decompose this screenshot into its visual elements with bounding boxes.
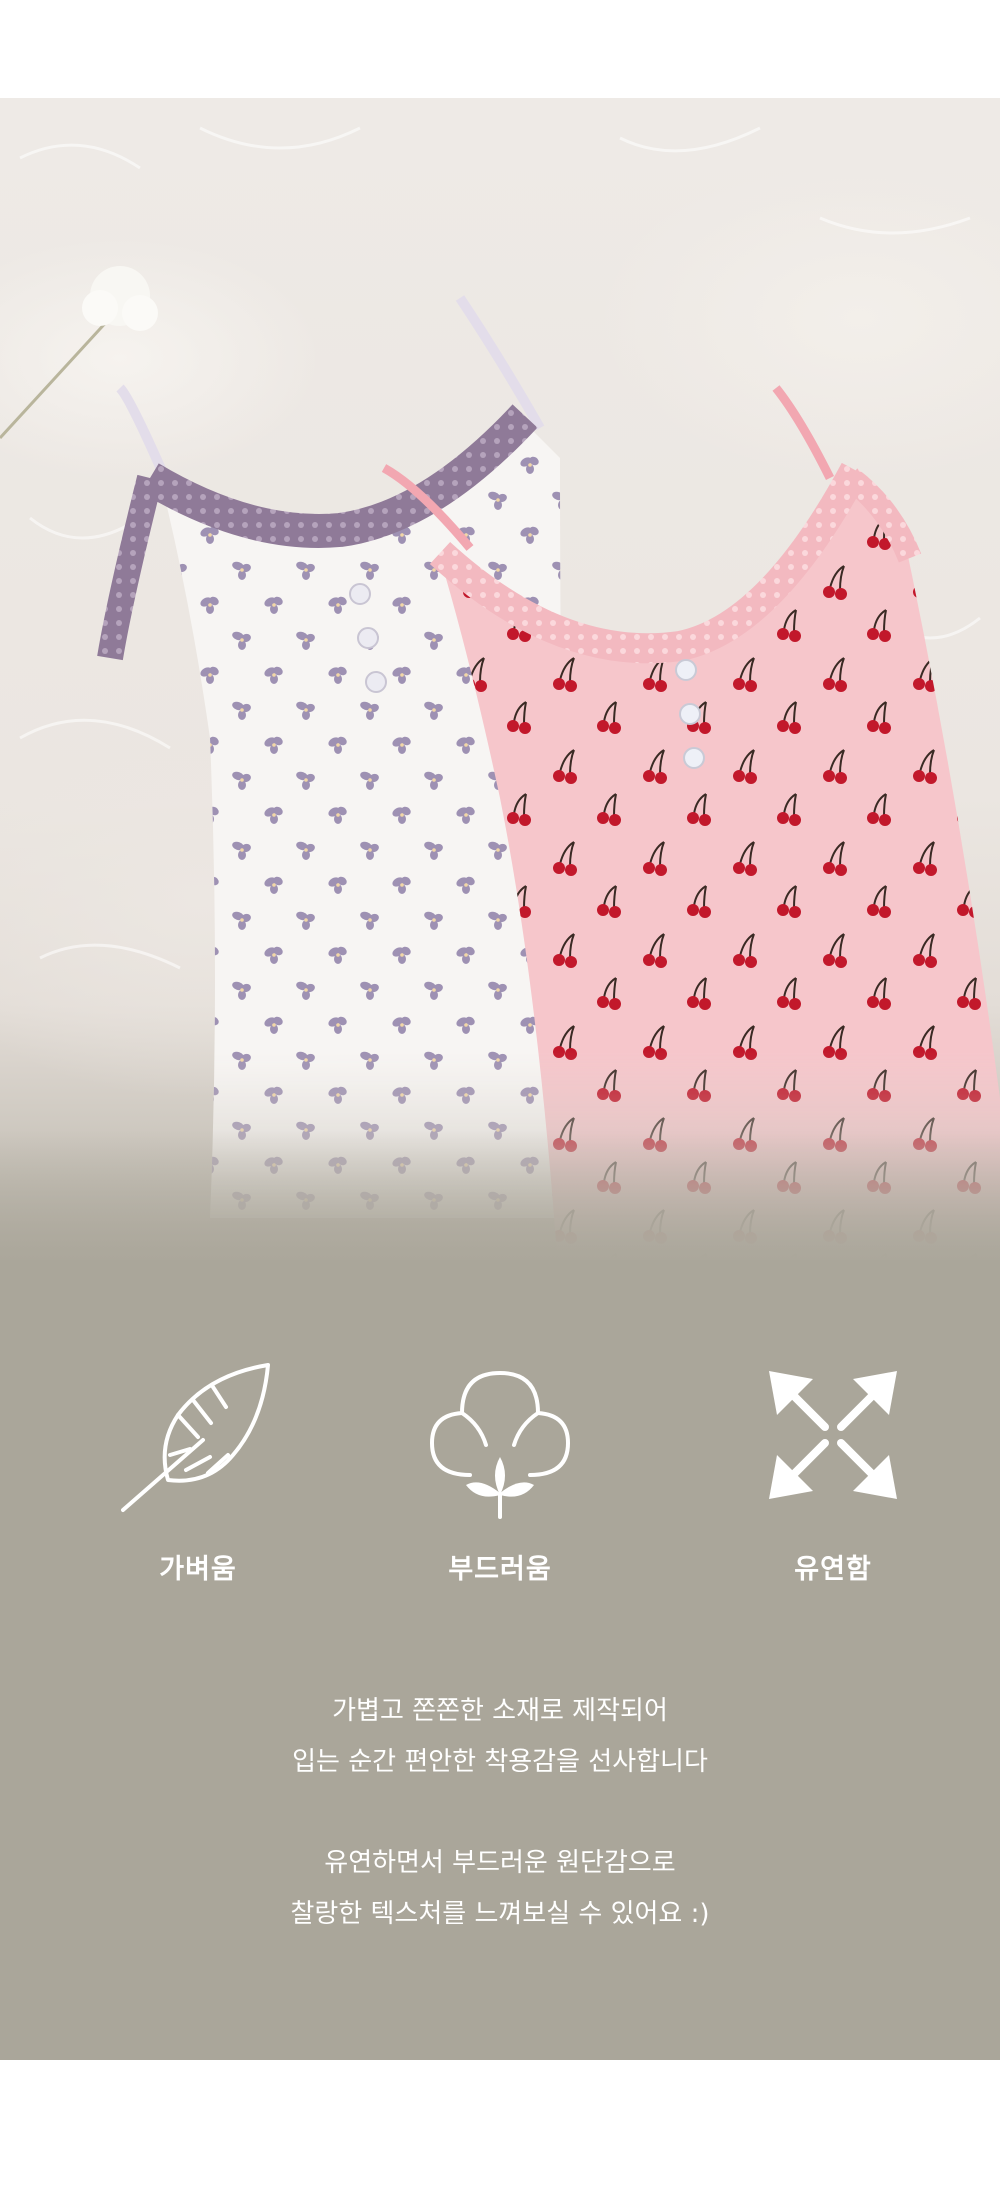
feature-softness: 부드러움 bbox=[390, 1345, 610, 1586]
cotton-flower-icon bbox=[430, 1371, 570, 1519]
feature-lightness: 가벼움 bbox=[88, 1345, 308, 1586]
feature-label-lightness: 가벼움 bbox=[159, 1554, 237, 1585]
description-line: 유연하면서 부드러운 원단감으로 bbox=[324, 1848, 676, 1878]
feature-label-softness: 부드러움 bbox=[448, 1554, 552, 1585]
description-line: 가볍고 쫀쫀한 소재로 제작되어 bbox=[332, 1696, 668, 1726]
product-photo bbox=[0, 98, 1000, 1260]
slip-dresses-illustration bbox=[0, 126, 1000, 1260]
description-line: 찰랑한 텍스처를 느껴보실 수 있어요 :) bbox=[290, 1899, 710, 1929]
product-description: 가볍고 쫀쫀한 소재로 제작되어 입는 순간 편안한 착용감을 선사합니다 유연… bbox=[0, 1686, 1000, 1940]
product-detail-page: 가벼움 부드러움 유연함 가볍고 쫀쫀한 소재로 제작되어 입는 순간 편안한 … bbox=[0, 0, 1000, 2194]
feature-flexibility: 유연함 bbox=[723, 1345, 943, 1586]
feature-label-flexibility: 유연함 bbox=[794, 1554, 872, 1585]
feather-icon bbox=[121, 1363, 270, 1512]
photo-fade-overlay bbox=[0, 1130, 1000, 1270]
description-line: 입는 순간 편안한 착용감을 선사합니다 bbox=[292, 1747, 708, 1777]
stretch-arrows-icon bbox=[769, 1371, 897, 1499]
